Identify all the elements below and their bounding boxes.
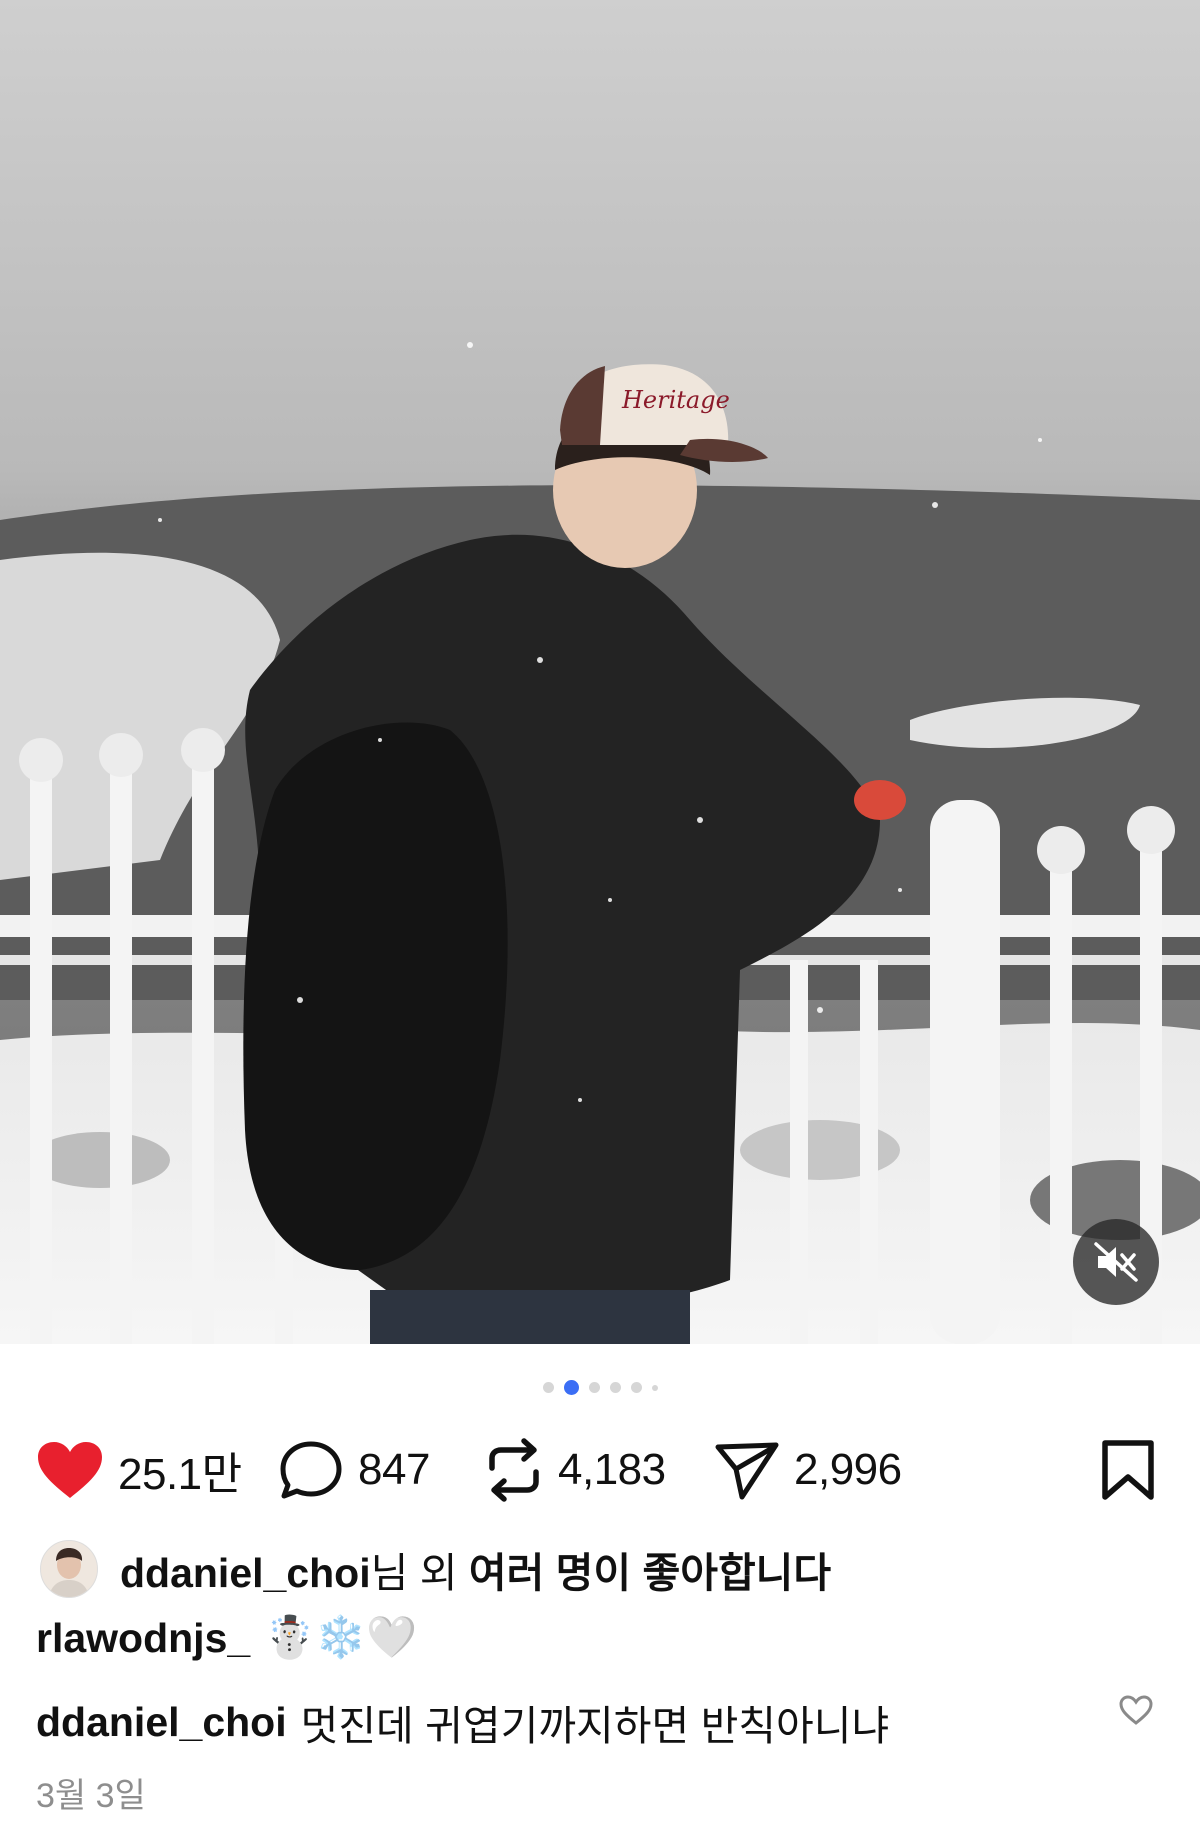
bookmark-button[interactable] <box>1100 1430 1156 1510</box>
pagination-dot <box>542 1382 554 1393</box>
pagination-dot <box>609 1382 621 1393</box>
share-button[interactable]: 2,996 <box>714 1430 902 1510</box>
comment-icon <box>280 1441 342 1499</box>
comment-item: rlawodnjs_ ☃️❄️🤍 <box>36 1614 417 1662</box>
pagination-dot <box>630 1382 642 1393</box>
share-count: 2,996 <box>794 1445 902 1494</box>
carousel-pagination <box>0 1380 1200 1395</box>
comment-username[interactable]: ddaniel_choi <box>36 1699 287 1746</box>
action-bar: 25.1만 847 4,183 2,996 <box>0 1430 1200 1510</box>
avatar[interactable] <box>40 1540 98 1598</box>
comment-username[interactable]: rlawodnjs_ <box>36 1615 250 1662</box>
comment-text: ☃️❄️🤍 <box>264 1614 418 1660</box>
repost-count: 4,183 <box>558 1445 666 1494</box>
snow-scene-image: Heritage <box>0 0 1200 1344</box>
like-count: 25.1만 <box>118 1450 242 1499</box>
small-heart-icon <box>1119 1695 1153 1725</box>
heart-icon <box>38 1442 102 1498</box>
avatar-image <box>41 1541 97 1597</box>
comment-text: 멋진데 귀엽기까지하면 반칙아니냐 <box>300 1703 890 1749</box>
liked-by-text: ddaniel_choi님 외 여러 명이 좋아합니다 <box>120 1539 831 1599</box>
comment-count: 847 <box>358 1445 430 1494</box>
repost-icon <box>489 1438 539 1502</box>
liked-by-user[interactable]: ddaniel_choi <box>120 1550 371 1596</box>
pagination-dot <box>588 1382 600 1393</box>
mute-icon <box>1094 1242 1138 1282</box>
pagination-dot-active <box>563 1380 579 1395</box>
liked-by-suffix: 님 외 <box>370 1550 469 1596</box>
post-photo[interactable]: Heritage <box>0 0 1200 1344</box>
liked-by-row[interactable]: ddaniel_choi님 외 여러 명이 좋아합니다 <box>40 1538 831 1600</box>
comment-like-button[interactable] <box>1118 1694 1156 1732</box>
share-icon <box>715 1442 779 1500</box>
comment-button[interactable]: 847 <box>278 1430 430 1510</box>
pagination-dot <box>651 1384 658 1391</box>
post-date: 3월 3일 <box>36 1777 146 1815</box>
liked-by-others[interactable]: 여러 명이 좋아합니다 <box>469 1550 831 1596</box>
like-button[interactable]: 25.1만 <box>36 1430 242 1510</box>
repost-button[interactable]: 4,183 <box>484 1430 666 1510</box>
mute-button[interactable] <box>1073 1219 1159 1305</box>
bookmark-icon <box>1102 1440 1154 1500</box>
svg-text:Heritage: Heritage <box>621 386 730 414</box>
comment-item: ddaniel_choi 멋진데 귀엽기까지하면 반칙아니냐 <box>36 1692 889 1752</box>
